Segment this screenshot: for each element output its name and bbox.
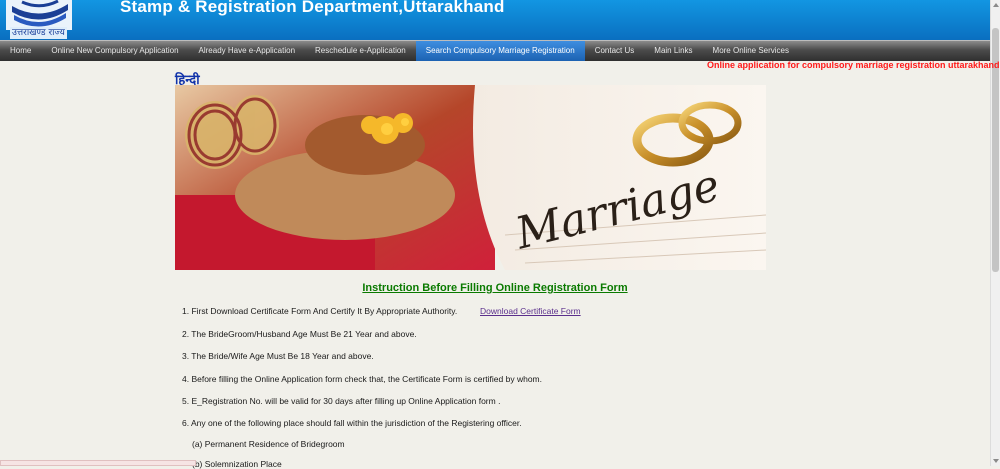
site-header: उत्तराखण्ड राज्य Stamp & Registration De… (0, 0, 990, 40)
marriage-banner-image: Marriage (175, 85, 766, 270)
scrolling-announcement: Online application for compulsory marria… (707, 60, 1000, 70)
nav-more-online-services[interactable]: More Online Services (703, 41, 799, 61)
nav-contact-us[interactable]: Contact Us (585, 41, 645, 61)
instruction-item-6: 6. Any one of the following place should… (182, 418, 522, 428)
nav-online-new-application[interactable]: Online New Compulsory Application (41, 41, 188, 61)
instruction-item-3: 3. The Bride/Wife Age Must Be 18 Year an… (182, 351, 374, 361)
nav-reschedule-application[interactable]: Reschedule e-Application (305, 41, 416, 61)
nav-home[interactable]: Home (0, 41, 41, 61)
instruction-subitem-a: (a) Permanent Residence of Bridegroom (192, 439, 345, 449)
main-navigation: Home Online New Compulsory Application A… (0, 40, 990, 61)
logo-caption: उत्तराखण्ड राज्य (10, 27, 67, 39)
browser-status-bar (0, 460, 196, 466)
nav-already-have-application[interactable]: Already Have e-Application (189, 41, 306, 61)
instruction-item-2: 2. The BrideGroom/Husband Age Must Be 21… (182, 329, 417, 339)
instruction-item-1: 1. First Download Certificate Form And C… (182, 306, 458, 316)
download-certificate-link[interactable]: Download Certificate Form (480, 306, 581, 316)
site-title: Stamp & Registration Department,Uttarakh… (120, 0, 505, 16)
instruction-title: Instruction Before Filling Online Regist… (362, 282, 628, 294)
scroll-down-icon[interactable] (993, 459, 999, 463)
nav-main-links[interactable]: Main Links (644, 41, 702, 61)
instruction-item-4: 4. Before filling the Online Application… (182, 374, 542, 384)
instruction-subitem-b: (b) Solemnization Place (192, 459, 282, 469)
instruction-item-5: 5. E_Registration No. will be valid for … (182, 396, 501, 406)
scroll-up-icon[interactable] (993, 3, 999, 7)
nav-search-registration[interactable]: Search Compulsory Marriage Registration (415, 41, 585, 61)
state-logo[interactable]: उत्तराखण्ड राज्य (2, 0, 74, 40)
